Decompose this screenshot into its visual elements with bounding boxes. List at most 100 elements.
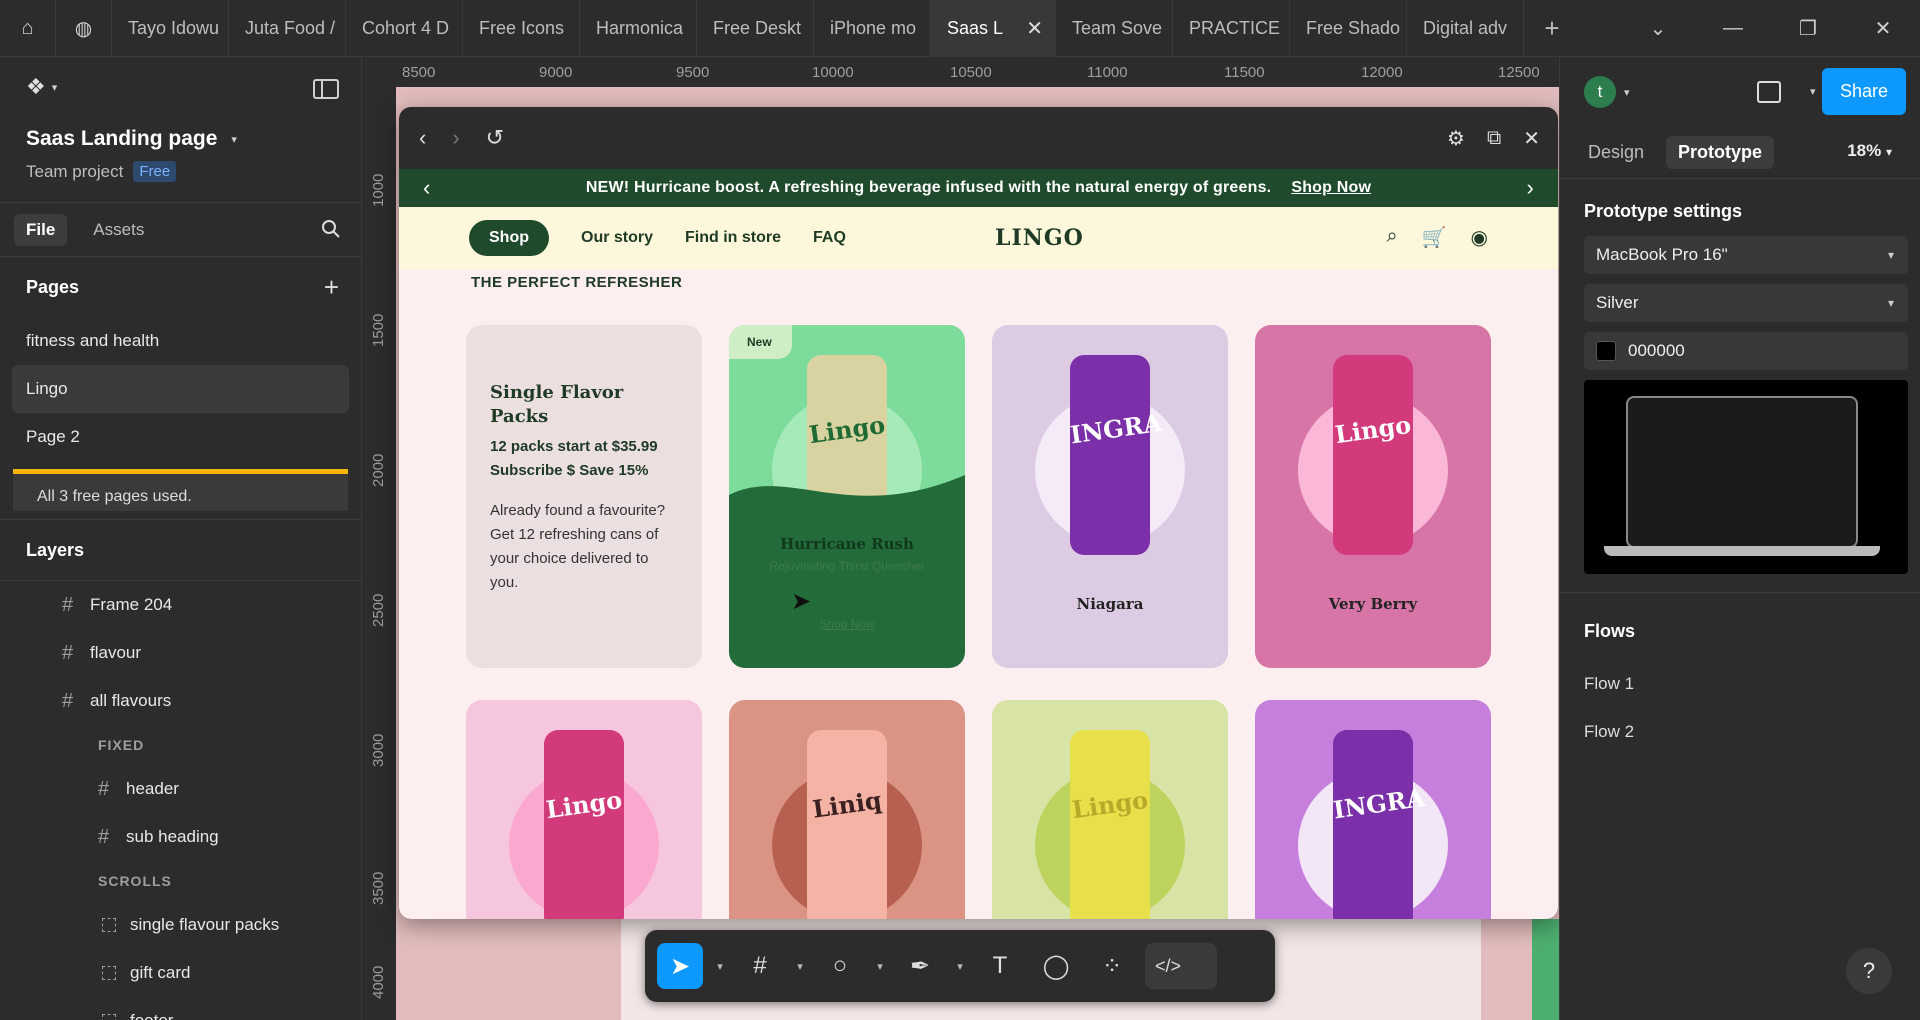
flow-item[interactable]: Flow 1 bbox=[1560, 660, 1920, 708]
prototype-preview-window: ‹ › ↺ ⚙ ⧉ ✕ ‹ NEW! Hurricane boost. A re… bbox=[399, 107, 1558, 919]
text-tool-icon[interactable]: T bbox=[977, 943, 1023, 989]
section-icon bbox=[102, 966, 116, 980]
frame-tool-icon[interactable]: # bbox=[737, 943, 783, 989]
layer-row[interactable]: gift card bbox=[0, 949, 361, 997]
product-card[interactable]: Lingo Very Berry bbox=[1255, 325, 1491, 668]
account-icon[interactable]: ◉ bbox=[1471, 225, 1488, 250]
nav-our-story[interactable]: Our story bbox=[581, 229, 653, 247]
tab-assets[interactable]: Assets bbox=[81, 214, 156, 246]
tab-file[interactable]: File bbox=[14, 213, 68, 246]
layer-row[interactable]: # sub heading bbox=[0, 813, 361, 861]
chevron-down-icon[interactable]: ▾ bbox=[231, 133, 237, 146]
tab-active[interactable]: Saas L ✕ bbox=[931, 0, 1056, 57]
ellipse-tool-icon[interactable]: ○ bbox=[817, 943, 863, 989]
restore-icon[interactable]: ❐ bbox=[1770, 0, 1846, 57]
tab-8[interactable]: Team Sove bbox=[1056, 0, 1173, 57]
figma-logo-icon[interactable]: ❖ bbox=[26, 74, 46, 100]
actions-tool-icon[interactable]: ⁘ bbox=[1089, 943, 1135, 989]
sidebar-toggle-icon[interactable] bbox=[313, 79, 339, 99]
close-preview-icon[interactable]: ✕ bbox=[1523, 126, 1540, 151]
layer-row[interactable]: footer bbox=[0, 997, 361, 1020]
chevron-down-icon[interactable]: ▾ bbox=[793, 960, 807, 973]
chevron-down-icon[interactable]: ▾ bbox=[713, 960, 727, 973]
search-icon[interactable] bbox=[321, 219, 341, 239]
close-tab-icon[interactable]: ✕ bbox=[1026, 16, 1043, 41]
nav-faq[interactable]: FAQ bbox=[813, 229, 846, 247]
ruler-label: 12000 bbox=[1361, 64, 1403, 81]
layer-row[interactable]: # Frame 204 bbox=[0, 581, 361, 629]
page-item[interactable]: fitness and health bbox=[12, 317, 349, 365]
restart-icon[interactable]: ↺ bbox=[486, 125, 504, 151]
tab-1[interactable]: Juta Food / bbox=[229, 0, 346, 57]
chevron-down-icon[interactable]: ▾ bbox=[52, 81, 58, 94]
nav-find-in-store[interactable]: Find in store bbox=[685, 229, 781, 247]
model-select[interactable]: Silver ▾ bbox=[1584, 284, 1908, 322]
globe-icon[interactable]: ◍ bbox=[56, 0, 112, 57]
present-icon[interactable] bbox=[1757, 81, 1781, 103]
single-flavor-packs-card[interactable]: Single Flavor Packs 12 packs start at $3… bbox=[466, 325, 702, 668]
announcement-shop-link[interactable]: Shop Now bbox=[1291, 179, 1371, 197]
settings-sliders-icon[interactable]: ⚙ bbox=[1447, 126, 1465, 151]
home-icon[interactable]: ⌂ bbox=[0, 0, 56, 57]
background-color-field[interactable]: 000000 bbox=[1584, 332, 1908, 370]
tab-5[interactable]: Free Deskt bbox=[697, 0, 814, 57]
search-icon[interactable]: ⌕ bbox=[1386, 225, 1397, 250]
close-window-icon[interactable]: ✕ bbox=[1845, 0, 1920, 57]
plan-badge[interactable]: Free bbox=[133, 161, 177, 182]
chevron-right-icon[interactable]: › bbox=[1526, 175, 1534, 201]
nav-shop-button[interactable]: Shop bbox=[469, 220, 549, 256]
tab-6[interactable]: iPhone mo bbox=[814, 0, 931, 57]
product-card[interactable]: Liniq bbox=[729, 700, 965, 919]
zoom-control[interactable]: 18% ▾ bbox=[1847, 141, 1892, 161]
new-tab-icon[interactable]: + bbox=[1524, 0, 1580, 57]
card-shop-link[interactable]: Shop Now bbox=[729, 617, 965, 631]
product-card[interactable]: INGRA Niagara bbox=[992, 325, 1228, 668]
chevron-down-icon[interactable]: ▾ bbox=[953, 960, 967, 973]
tab-9[interactable]: PRACTICE bbox=[1173, 0, 1290, 57]
help-button[interactable]: ? bbox=[1846, 948, 1892, 994]
tab-10[interactable]: Free Shado bbox=[1290, 0, 1407, 57]
layer-row[interactable]: single flavour packs bbox=[0, 901, 361, 949]
card-name: Hurricane Rush bbox=[780, 535, 914, 553]
move-tool-icon[interactable]: ➤ bbox=[657, 943, 703, 989]
open-external-icon[interactable]: ⧉ bbox=[1487, 127, 1501, 150]
layer-row[interactable]: # header bbox=[0, 765, 361, 813]
page-item[interactable]: Page 2 bbox=[12, 413, 349, 461]
chevron-down-icon[interactable]: ▾ bbox=[873, 960, 887, 973]
tab-prototype[interactable]: Prototype bbox=[1666, 136, 1775, 169]
main-menu[interactable]: ❖ ▾ bbox=[0, 57, 361, 117]
comment-tool-icon[interactable]: ◯ bbox=[1033, 943, 1079, 989]
project-title[interactable]: Saas Landing page ▾ bbox=[0, 117, 361, 151]
product-card[interactable]: Lingo bbox=[992, 700, 1228, 919]
tab-design[interactable]: Design bbox=[1576, 136, 1656, 169]
product-card[interactable]: INGRA bbox=[1255, 700, 1491, 919]
site-logo[interactable]: LINGO bbox=[995, 225, 1084, 251]
tab-3[interactable]: Free Icons bbox=[463, 0, 580, 57]
tab-overflow-chevron-icon[interactable]: ⌄ bbox=[1620, 0, 1696, 57]
product-card-featured[interactable]: Lingo New Hurricane Rush Rejuvinating Th… bbox=[729, 325, 965, 668]
avatar[interactable]: t bbox=[1584, 76, 1616, 108]
product-card[interactable]: Lingo bbox=[466, 700, 702, 919]
color-swatch[interactable] bbox=[1596, 341, 1616, 361]
minimize-icon[interactable]: — bbox=[1695, 0, 1771, 57]
ruler-label: 10500 bbox=[950, 64, 992, 81]
chevron-left-icon[interactable]: ‹ bbox=[423, 175, 431, 201]
cart-icon[interactable]: 🛒 bbox=[1422, 225, 1447, 250]
tab-4[interactable]: Harmonica bbox=[580, 0, 697, 57]
layer-row[interactable]: # flavour bbox=[0, 629, 361, 677]
chevron-down-icon[interactable]: ▾ bbox=[1624, 86, 1630, 99]
device-select[interactable]: MacBook Pro 16" ▾ bbox=[1584, 236, 1908, 274]
share-button[interactable]: Share bbox=[1821, 68, 1906, 115]
flow-item[interactable]: Flow 2 bbox=[1560, 708, 1920, 756]
layer-row[interactable]: # all flavours bbox=[0, 677, 361, 725]
add-page-icon[interactable]: + bbox=[324, 272, 339, 303]
chevron-down-icon[interactable]: ▾ bbox=[1810, 85, 1816, 98]
tab-2[interactable]: Cohort 4 D bbox=[346, 0, 463, 57]
back-arrow-icon[interactable]: ‹ bbox=[419, 125, 426, 151]
dev-mode-toggle-icon[interactable]: </> bbox=[1145, 943, 1217, 989]
pen-tool-icon[interactable]: ✒ bbox=[897, 943, 943, 989]
tab-0[interactable]: Tayo Idowu bbox=[112, 0, 229, 57]
forward-arrow-icon[interactable]: › bbox=[452, 125, 459, 151]
page-item-active[interactable]: Lingo bbox=[12, 365, 349, 413]
tab-11[interactable]: Digital adv bbox=[1407, 0, 1524, 57]
